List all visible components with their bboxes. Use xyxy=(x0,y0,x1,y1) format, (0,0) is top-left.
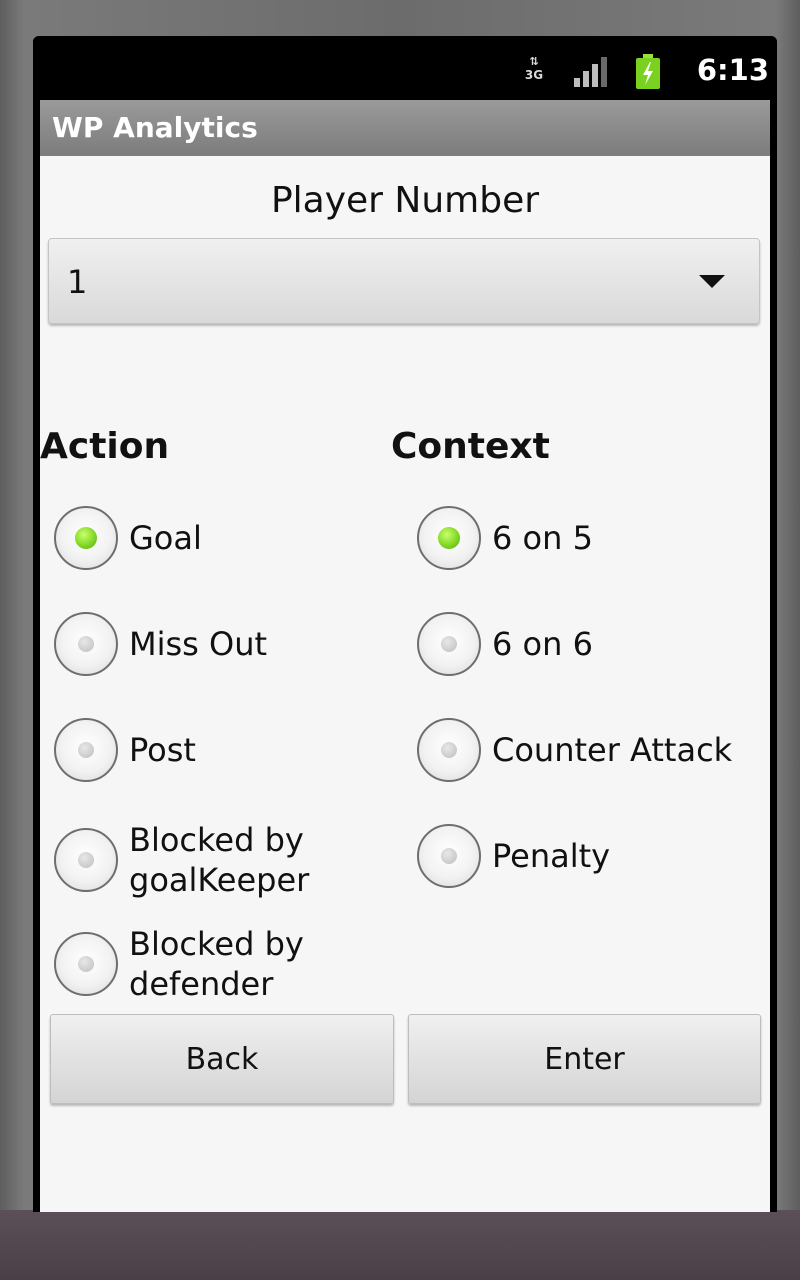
radio-unselected-dot xyxy=(441,742,457,758)
enter-button[interactable]: Enter xyxy=(408,1014,761,1104)
radio-button-icon[interactable] xyxy=(417,506,481,570)
radio-label: Blocked by defender xyxy=(129,925,304,1003)
main-content: Player Number 1 Action Context Goal Miss… xyxy=(40,156,770,1212)
dropdown-arrow-icon xyxy=(699,275,725,288)
radio-label: Post xyxy=(129,731,196,769)
radio-selected-dot xyxy=(75,527,97,549)
action-heading: Action xyxy=(40,426,170,467)
radio-label: Blocked by goalKeeper xyxy=(129,821,310,899)
radio-label: 6 on 6 xyxy=(492,625,593,663)
radio-unselected-dot xyxy=(441,636,457,652)
radio-button-icon[interactable] xyxy=(417,612,481,676)
network-type: 3G xyxy=(524,68,544,82)
radio-button-icon[interactable] xyxy=(417,824,481,888)
back-button[interactable]: Back xyxy=(50,1014,394,1104)
radio-unselected-dot xyxy=(78,956,94,972)
radio-selected-dot xyxy=(438,527,460,549)
radio-action-post[interactable]: Post xyxy=(54,718,384,782)
radio-button-icon[interactable] xyxy=(54,718,118,782)
radio-action-blocked-defender[interactable]: Blocked by defender xyxy=(54,924,384,1004)
radio-button-icon[interactable] xyxy=(54,828,118,892)
radio-action-blocked-goalkeeper[interactable]: Blocked by goalKeeper xyxy=(54,820,384,900)
radio-button-icon[interactable] xyxy=(54,506,118,570)
radio-context-counter-attack[interactable]: Counter Attack xyxy=(417,718,767,782)
radio-context-penalty[interactable]: Penalty xyxy=(417,824,767,888)
player-number-label: Player Number xyxy=(270,180,540,221)
radio-label: Counter Attack xyxy=(492,731,733,769)
player-number-spinner[interactable]: 1 xyxy=(48,238,760,324)
player-number-value: 1 xyxy=(67,263,88,301)
radio-action-goal[interactable]: Goal xyxy=(54,506,384,570)
radio-label: 6 on 5 xyxy=(492,519,593,557)
radio-context-6-on-5[interactable]: 6 on 5 xyxy=(417,506,767,570)
device-bezel-bottom xyxy=(0,1210,800,1280)
title-bar: WP Analytics xyxy=(40,100,770,156)
radio-button-icon[interactable] xyxy=(54,932,118,996)
radio-label: Penalty xyxy=(492,837,611,875)
radio-unselected-dot xyxy=(78,636,94,652)
device-screen: ⇅ 3G 6:13 WP Analytics Player Number 1 A… xyxy=(33,36,777,1212)
radio-label: Miss Out xyxy=(129,625,268,663)
status-bar: ⇅ 3G 6:13 xyxy=(33,36,777,100)
data-arrows-glyph: ⇅ xyxy=(529,55,539,68)
signal-icon xyxy=(574,57,607,87)
battery-charging-icon xyxy=(636,54,660,89)
radio-action-miss-out[interactable]: Miss Out xyxy=(54,612,384,676)
data-arrows-icon: ⇅ 3G xyxy=(521,56,547,90)
radio-button-icon[interactable] xyxy=(417,718,481,782)
context-heading: Context xyxy=(391,426,550,467)
app-title: WP Analytics xyxy=(52,111,258,144)
radio-button-icon[interactable] xyxy=(54,612,118,676)
radio-unselected-dot xyxy=(441,848,457,864)
radio-label: Goal xyxy=(129,519,202,557)
radio-unselected-dot xyxy=(78,852,94,868)
radio-context-6-on-6[interactable]: 6 on 6 xyxy=(417,612,767,676)
status-clock: 6:13 xyxy=(696,53,769,87)
radio-unselected-dot xyxy=(78,742,94,758)
